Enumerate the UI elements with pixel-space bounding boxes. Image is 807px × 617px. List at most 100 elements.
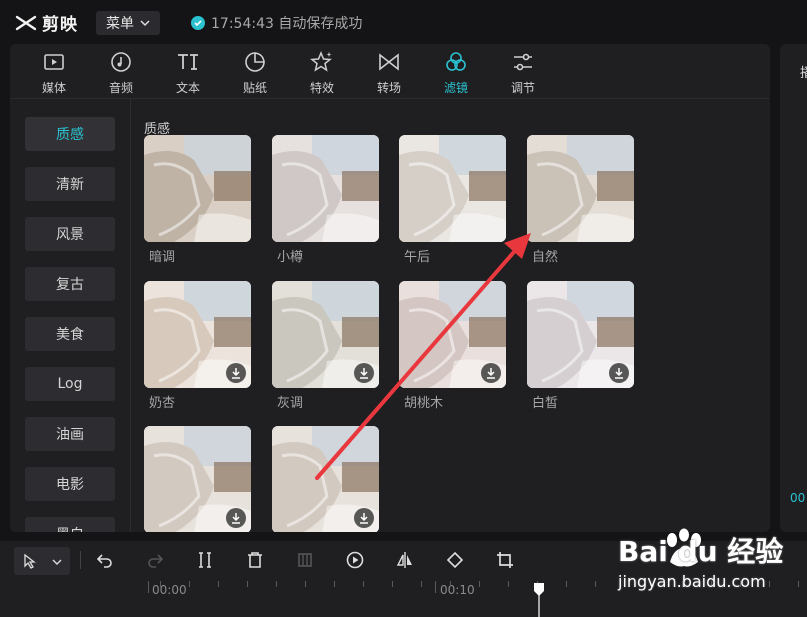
rotate-button[interactable] (444, 549, 466, 571)
ruler-tick (479, 581, 480, 587)
tab-sticker[interactable]: 贴纸 (227, 48, 283, 98)
tab-media[interactable]: 媒体 (26, 48, 82, 98)
ruler-tick (363, 581, 364, 587)
filter-category-sidebar: 质感 清新 风景 复古 美食 Log 油画 电影 黑白 (10, 99, 131, 532)
filter-label: 午后 (404, 250, 431, 265)
effects-icon (310, 51, 332, 72)
mirror-button[interactable] (394, 549, 416, 571)
ruler-tick (160, 581, 161, 587)
media-icon (44, 54, 64, 70)
download-icon[interactable] (609, 363, 629, 383)
filter-item[interactable]: 小樽 (272, 135, 379, 265)
tab-text[interactable]: 文本 (160, 48, 216, 98)
download-icon[interactable] (354, 508, 374, 528)
delete-button[interactable] (244, 549, 266, 571)
tab-audio[interactable]: 音频 (93, 48, 149, 98)
redo-icon (148, 554, 164, 568)
download-icon[interactable] (354, 363, 374, 383)
chevron-down-icon (52, 559, 62, 565)
player-timecode: 00 (790, 491, 806, 505)
ruler-tick (392, 581, 393, 587)
filter-item[interactable]: 白皙 (527, 281, 634, 411)
category-log[interactable]: Log (25, 367, 115, 401)
redo-button[interactable] (144, 549, 166, 571)
filter-thumbnail (272, 426, 379, 532)
app-name: 剪映 (42, 15, 78, 35)
watermark-url: jingyan.baidu.com (618, 572, 766, 591)
filter-item[interactable]: 自然 (527, 135, 634, 265)
tab-filter[interactable]: 滤镜 (428, 48, 484, 98)
ruler-tick (148, 581, 149, 593)
category-black-white[interactable]: 黑白 (25, 517, 115, 532)
baidu-watermark: Bai du 经验 jingyan.baidu.com (618, 528, 807, 600)
filter-thumbnail (144, 281, 251, 388)
playhead-handle[interactable] (532, 581, 546, 617)
watermark-brand: Bai du 经验 (618, 535, 784, 568)
save-status: 17:54:43 自动保存成功 (191, 13, 362, 33)
filter-item[interactable]: 奶杏 (144, 281, 251, 411)
category-retro[interactable]: 复古 (25, 267, 115, 301)
ruler-tick (334, 581, 335, 587)
sticker-icon (245, 52, 265, 72)
tab-transition[interactable]: 转场 (361, 48, 417, 98)
category-movie[interactable]: 电影 (25, 467, 115, 501)
filter-label: 小樽 (277, 250, 304, 265)
ruler-tick (247, 581, 248, 587)
toolbar-divider (80, 551, 81, 569)
undo-icon (96, 554, 112, 568)
save-status-text: 17:54:43 自动保存成功 (211, 16, 363, 32)
ruler-tick (435, 581, 436, 593)
category-texture[interactable]: 质感 (25, 117, 115, 151)
filter-label: 自然 (532, 250, 559, 265)
player-tab-label[interactable]: 播 (800, 62, 807, 81)
ruler-tick (566, 581, 567, 587)
material-panel: 媒体 音频 文本 贴纸 特效 转场 滤镜 调节 质感 清新 风景 复古 美食 L… (10, 44, 770, 532)
title-bar: 剪映 菜单 17:54:43 自动保存成功 (0, 0, 807, 44)
filter-label: 奶杏 (149, 396, 176, 411)
ruler-tick (189, 581, 190, 587)
category-scenery[interactable]: 风景 (25, 217, 115, 251)
ruler-tick (595, 581, 596, 587)
category-oil-painting[interactable]: 油画 (25, 417, 115, 451)
ruler-label: 00:00 (152, 583, 187, 597)
filter-thumbnail (272, 135, 379, 242)
freeze-button[interactable] (294, 549, 316, 571)
tab-effects[interactable]: 特效 (294, 48, 350, 98)
split-button[interactable] (194, 549, 216, 571)
category-fresh[interactable]: 清新 (25, 167, 115, 201)
ruler-label: 00:10 (440, 583, 475, 597)
crop-icon (497, 552, 513, 568)
undo-button[interactable] (94, 549, 116, 571)
play-circle-icon (346, 551, 364, 569)
tab-adjust[interactable]: 调节 (495, 48, 551, 98)
adjust-icon (514, 53, 532, 71)
filter-thumbnail (527, 135, 634, 242)
download-icon[interactable] (226, 508, 246, 528)
capcut-logo-icon (15, 15, 37, 30)
filter-item[interactable] (144, 426, 251, 532)
trash-icon (248, 552, 262, 568)
filter-label: 暗调 (149, 250, 176, 265)
filter-item[interactable]: 午后 (399, 135, 506, 265)
category-food[interactable]: 美食 (25, 317, 115, 351)
filter-thumbnail (272, 281, 379, 388)
audio-icon (111, 52, 131, 72)
filter-icon (446, 52, 466, 71)
ruler-tick (218, 581, 219, 587)
play-reverse-button[interactable] (344, 549, 366, 571)
ruler-tick (305, 581, 306, 587)
menu-button[interactable]: 菜单 (96, 11, 160, 35)
filter-item[interactable]: 胡桃木 (399, 281, 506, 411)
filter-item[interactable]: 灰调 (272, 281, 379, 411)
filter-item[interactable]: 暗调 (144, 135, 251, 265)
crop-button[interactable] (494, 549, 516, 571)
filter-thumbnail (399, 135, 506, 242)
filter-item[interactable] (272, 426, 379, 532)
download-icon[interactable] (481, 363, 501, 383)
ruler-tick (450, 581, 451, 587)
select-tool-button[interactable] (14, 547, 70, 575)
text-icon (178, 54, 198, 70)
filter-label: 白皙 (532, 396, 559, 411)
download-icon[interactable] (226, 363, 246, 383)
ruler-tick (276, 581, 277, 587)
